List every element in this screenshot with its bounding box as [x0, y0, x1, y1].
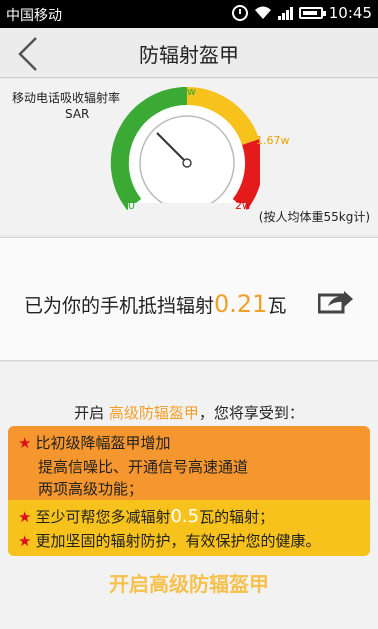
upgrade-title-suffix: ，您将享受到： — [198, 404, 304, 422]
enable-premium-button[interactable]: 开启高级防辐盔甲 — [0, 568, 378, 597]
weight-note: (按人均体重55kg计) — [258, 210, 370, 224]
alarm-icon — [231, 5, 248, 21]
sar-sublabel: SAR — [65, 107, 90, 121]
benefit-1-text-1: 比初级降幅盔甲增加 — [35, 434, 171, 452]
sar-label: 移动电话吸收辐射率 — [12, 91, 121, 105]
benefit-2: ★ 至少可帮您多减辐射0.5瓦的辐射； — [18, 506, 274, 527]
benefit-2-prefix: 至少可帮您多减辐射 — [35, 508, 171, 526]
page-title: 防辐射盔甲 — [139, 43, 239, 67]
shield-summary-card: 已为你的手机抵挡辐射0.21瓦 — [0, 237, 378, 361]
signal-icon — [277, 6, 293, 20]
shield-unit: 瓦 — [267, 295, 287, 317]
shield-summary-text: 已为你的手机抵挡辐射0.21瓦 — [24, 290, 286, 318]
benefit-3: ★ 更加坚固的辐射防护，有效保护您的健康。 — [18, 530, 320, 551]
upgrade-title-highlight: 高级防辐盔甲 — [108, 404, 199, 422]
gauge-tick-2w: 2w — [235, 199, 251, 212]
benefit-1-line-3: 两项高级功能； — [38, 480, 144, 498]
benefit-1-line-1: ★ 比初级降幅盔甲增加 — [18, 432, 170, 453]
shield-value: 0.21 — [214, 290, 268, 318]
upgrade-title-prefix: 开启 — [74, 404, 105, 422]
clock: 10:45 — [328, 4, 372, 22]
benefit-2-value: 0.5 — [170, 506, 200, 527]
status-icons: 10:45 — [231, 4, 372, 22]
upgrade-section: 开启 高级防辐盔甲，您将享受到： ★ 比初级降幅盔甲增加 提高信噪比、开通信号高速… — [0, 362, 378, 629]
benefit-3-text: 更加坚固的辐射防护，有效保护您的健康。 — [35, 532, 321, 550]
star-icon: ★ — [18, 532, 32, 550]
wifi-icon — [254, 6, 271, 19]
battery-icon — [298, 7, 326, 19]
upgrade-title: 开启 高级防辐盔甲，您将享受到： — [0, 402, 378, 423]
shield-prefix: 已为你的手机抵挡辐射 — [24, 295, 215, 317]
gauge-tick-1w: 1w — [180, 85, 196, 98]
benefit-2-suffix: 瓦的辐射； — [199, 508, 275, 526]
sar-gauge-section: 移动电话吸收辐射率 SAR 1w 1.67w 2w 0 (按人均体重55kg计) — [0, 79, 378, 235]
gauge-tick-0: 0 — [128, 199, 135, 212]
benefit-1-line-2: 提高信噪比、开通信号高速通道 — [38, 458, 249, 476]
share-button[interactable] — [317, 288, 354, 314]
gauge-pivot — [182, 158, 192, 168]
status-bar: 中国移动 10:45 — [0, 0, 378, 28]
star-icon: ★ — [18, 434, 32, 452]
benefits-box: ★ 比初级降幅盔甲增加 提高信噪比、开通信号高速通道 两项高级功能； ★ 至少可帮您… — [8, 426, 370, 556]
star-icon: ★ — [18, 508, 32, 526]
app-header: 防辐射盔甲 — [0, 28, 378, 78]
gauge-tick-167w: 1.67w — [256, 134, 290, 147]
share-icon — [317, 291, 353, 314]
carrier-name: 中国移动 — [6, 8, 62, 24]
